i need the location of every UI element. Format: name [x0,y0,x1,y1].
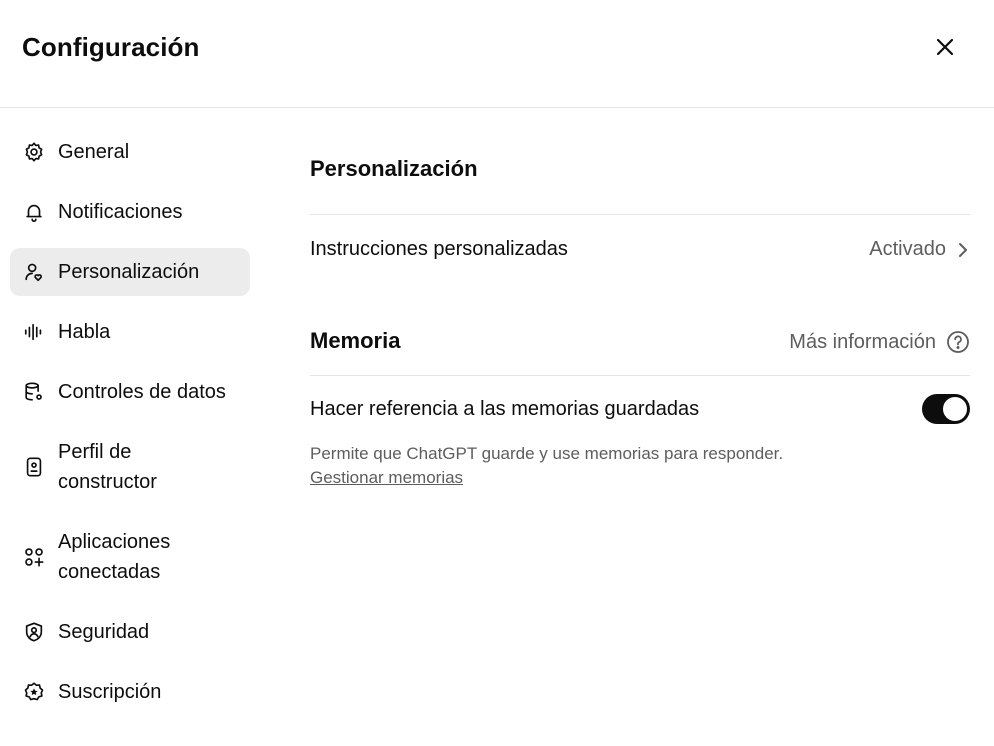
sidebar-item-label: Aplicaciones conectadas [58,531,171,583]
sidebar-item-label: Controles de datos [58,381,226,403]
sidebar-item-speech[interactable]: Habla [10,308,250,356]
apps-plus-icon [22,545,46,569]
memory-title: Memoria [310,328,401,353]
custom-instructions-button[interactable]: Activado [869,238,970,261]
sidebar-item-label: Suscripción [58,681,162,703]
settings-header: Configuración [0,0,994,108]
help-circle-icon [947,331,969,353]
sidebar-item-builder-profile[interactable]: Perfil de constructor [10,428,250,506]
sidebar-item-data-controls[interactable]: Controles de datos [10,368,250,416]
sidebar-item-subscription[interactable]: Suscripción [10,668,250,716]
sidebar-item-general[interactable]: General [10,128,250,176]
database-gear-icon [22,380,46,404]
sidebar-item-connected-apps[interactable]: Aplicaciones conectadas [10,518,250,596]
sidebar-item-notifications[interactable]: Notificaciones [10,188,250,236]
sidebar-item-security[interactable]: Seguridad [10,608,250,656]
gear-icon [22,140,46,164]
custom-instructions-label: Instrucciones personalizadas [310,238,568,260]
personalization-title: Personalización [310,156,478,181]
page-title: Configuración [22,32,200,62]
sidebar-item-label: Personalización [58,261,200,283]
sidebar-item-label: General [58,141,130,163]
manage-memories-link[interactable]: Gestionar memorias [310,468,463,488]
id-badge-icon [22,455,46,479]
sidebar-item-personalization[interactable]: Personalización [10,248,250,296]
sidebar-item-label: Notificaciones [58,201,183,223]
learn-more-link[interactable]: Más información [789,330,970,354]
close-icon [936,38,954,56]
chevron-right-icon [959,242,967,257]
settings-sidebar: General Notificaciones Personalización H… [10,128,250,728]
sidebar-item-label: Habla [58,321,111,343]
custom-instructions-status: Activado [869,238,946,260]
sidebar-item-label: Perfil de constructor [58,441,157,493]
reference-memories-toggle[interactable] [922,394,970,424]
divider [310,214,970,215]
badge-star-icon [22,680,46,704]
bell-icon [22,200,46,224]
toggle-knob [943,397,967,421]
user-heart-icon [22,260,46,284]
close-button[interactable] [930,32,960,62]
learn-more-label: Más información [789,330,936,353]
memory-description: Permite que ChatGPT guarde y use memoria… [310,444,784,463]
divider [310,375,970,376]
sidebar-item-label: Seguridad [58,621,150,643]
waveform-icon [22,320,46,344]
reference-memories-label: Hacer referencia a las memorias guardada… [310,398,700,420]
shield-user-icon [22,620,46,644]
